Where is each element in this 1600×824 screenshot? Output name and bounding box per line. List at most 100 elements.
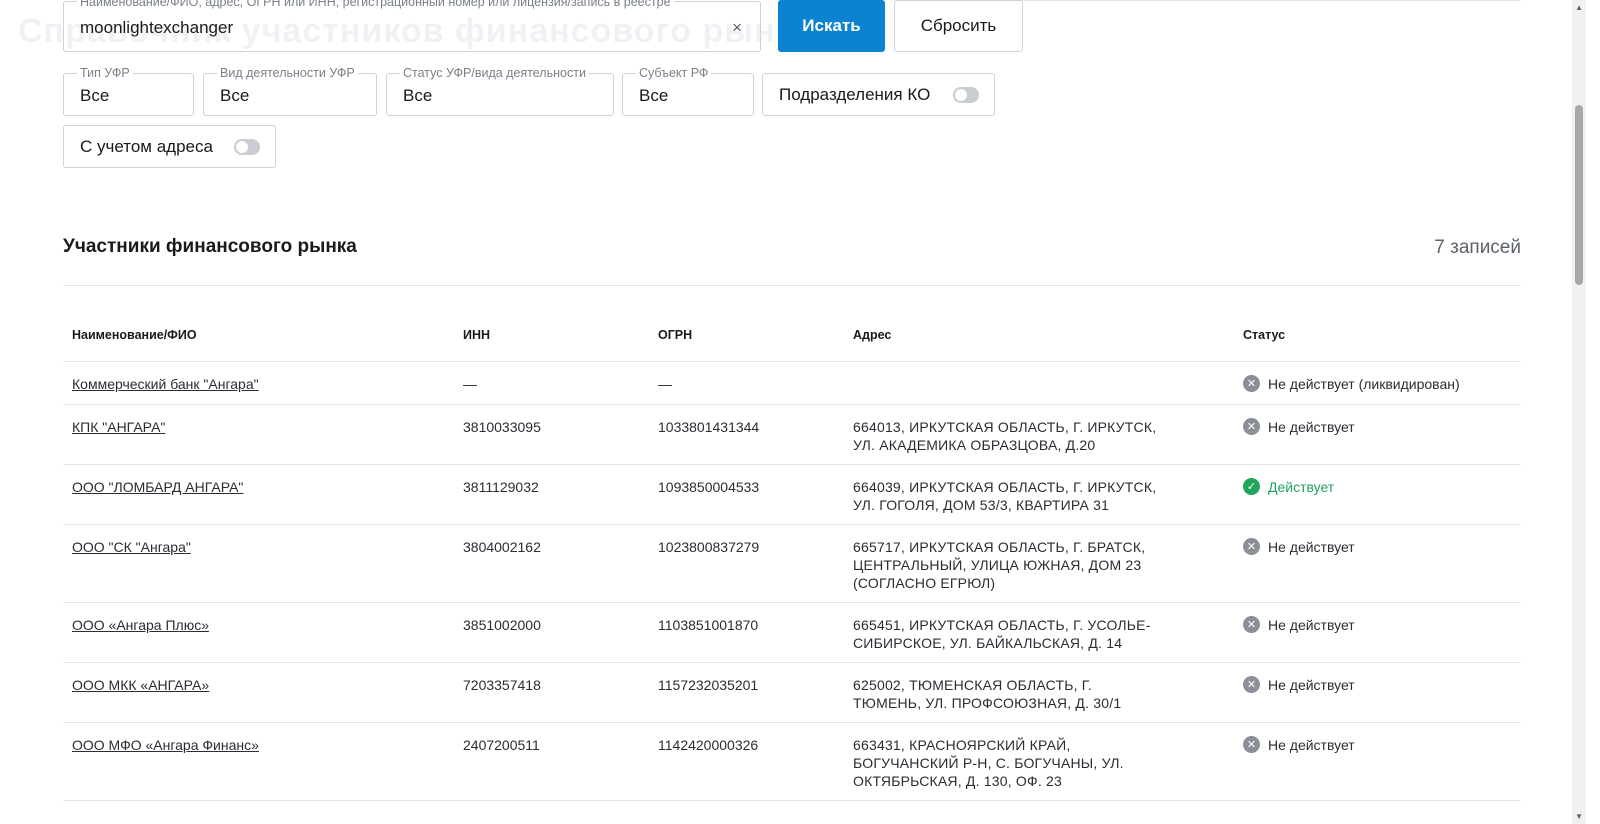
cell-inn: 3811129032 [454,464,649,525]
header-ogrn: ОГРН [649,310,844,362]
header-name: Наименование/ФИО [63,310,454,362]
filter-type-select[interactable]: Тип УФР Все [63,66,194,116]
cell-inn: 3810033095 [454,404,649,465]
status-text: Не действует [1268,736,1355,753]
cell-status: ✕ Не действует [1234,722,1521,801]
check-circle-icon: ✓ [1243,478,1260,495]
filter-activity-select[interactable]: Вид деятельности УФР Все [203,66,377,116]
cell-status: ✕ Не действует [1234,524,1521,603]
filter-type-legend: Тип УФР [77,66,133,80]
org-link[interactable]: ООО «Ангара Плюс» [72,617,209,633]
top-divider [1010,0,1521,1]
filter-region-legend: Субъект РФ [636,66,712,80]
status-text: Не действует [1268,418,1355,435]
scroll-up-icon[interactable]: ▲ [1575,3,1583,12]
address-toggle-label: С учетом адреса [80,136,213,156]
header-status: Статус [1234,310,1521,362]
table-row: ООО МКК «АНГАРА» 7203357418 1157232035201 6… [63,662,1521,723]
status-badge: ✓ Действует [1243,478,1521,496]
search-legend: Наименование/ФИО, адрес, ОГРН или ИНН, р… [77,0,674,9]
cell-ogrn: 1157232035201 [649,662,844,723]
records-count: 7 записей [1434,237,1521,258]
search-field[interactable]: Наименование/ФИО, адрес, ОГРН или ИНН, р… [63,0,761,52]
search-button[interactable]: Искать [778,0,885,52]
cell-status: ✕ Не действует [1234,404,1521,465]
status-text: Не действует [1268,538,1355,555]
cell-inn: 3851002000 [454,602,649,663]
address-toggle-box[interactable]: С учетом адреса [63,125,276,168]
cell-ogrn: 1023800837279 [649,524,844,603]
header-inn: ИНН [454,310,649,362]
status-text: Действует [1268,478,1335,495]
cell-address: 665451, Иркутская область, г. Усолье-Сиб… [844,602,1234,663]
x-circle-icon: ✕ [1243,375,1260,392]
cell-inn: 7203357418 [454,662,649,723]
cell-name: Коммерческий банк "Ангара" [63,361,454,405]
reset-button[interactable]: Сбросить [894,0,1023,52]
status-badge: ✕ Не действует (ликвидирован) [1243,375,1521,393]
cell-name: КПК "АНГАРА" [63,404,454,465]
section-title: Участники финансового рынка [63,236,357,257]
branches-toggle[interactable] [953,87,979,103]
page: Справочник участников финансового рынка … [0,0,1586,824]
x-circle-icon: ✕ [1243,676,1260,693]
cell-address: 664039, Иркутская область, г. Иркутск, у… [844,464,1234,525]
x-circle-icon: ✕ [1243,418,1260,435]
table-row: ООО "ЛОМБАРД АНГАРА" 3811129032 1093850004… [63,464,1521,525]
org-link[interactable]: ООО МФО «Ангара Финанс» [72,737,259,753]
clear-icon[interactable]: × [732,18,742,38]
cell-status: ✕ Не действует [1234,602,1521,663]
cell-status: ✕ Не действует [1234,662,1521,723]
scrollbar[interactable]: ▲ ▼ [1572,0,1586,824]
filter-activity-legend: Вид деятельности УФР [217,66,358,80]
branches-toggle-box[interactable]: Подразделения КО [762,73,995,116]
cell-name: ООО МФО «Ангара Финанс» [63,722,454,801]
x-circle-icon: ✕ [1243,538,1260,555]
cell-ogrn: 1033801431344 [649,404,844,465]
status-badge: ✕ Не действует [1243,418,1521,436]
cell-inn: 3804002162 [454,524,649,603]
status-badge: ✕ Не действует [1243,538,1521,556]
branches-toggle-label: Подразделения КО [779,84,931,104]
status-text: Не действует (ликвидирован) [1268,375,1460,392]
status-badge: ✕ Не действует [1243,736,1521,754]
table-row: Коммерческий банк "Ангара" — — ✕ Не действуе… [63,361,1521,405]
cell-address: 664013, Иркутская область, г. Иркутск, у… [844,404,1234,465]
cell-status: ✕ Не действует (ликвидирован) [1234,361,1521,405]
cell-address: 625002, Тюменская область, г. Тюмень, ул… [844,662,1234,723]
filter-status-legend: Статус УФР/вида деятельности [400,66,589,80]
scroll-down-icon[interactable]: ▼ [1575,812,1583,821]
filter-activity-value: Все [220,86,250,105]
status-text: Не действует [1268,676,1355,693]
cell-ogrn: — [649,361,844,405]
search-input[interactable]: moonlightexchanger [80,18,233,38]
status-badge: ✕ Не действует [1243,676,1521,694]
cell-address: 665717, Иркутская область, г. Братск, Це… [844,524,1234,603]
address-toggle[interactable] [234,139,260,155]
table-header-row: Наименование/ФИО ИНН ОГРН Адрес Статус [63,310,1521,362]
header-address: Адрес [844,310,1234,362]
filter-region-value: Все [639,86,669,105]
x-circle-icon: ✕ [1243,736,1260,753]
filter-status-select[interactable]: Статус УФР/вида деятельности Все [386,66,614,116]
table-row: ООО "СК "Ангара" 3804002162 1023800837279 6… [63,524,1521,603]
cell-status: ✓ Действует [1234,464,1521,525]
section-divider [63,285,1521,286]
scroll-thumb[interactable] [1575,105,1583,285]
cell-ogrn: 1103851001870 [649,602,844,663]
filter-status-value: Все [403,86,433,105]
x-circle-icon: ✕ [1243,616,1260,633]
table-row: ООО «Ангара Плюс» 3851002000 1103851001870… [63,602,1521,663]
cell-name: ООО «Ангара Плюс» [63,602,454,663]
org-link[interactable]: КПК "АНГАРА" [72,419,165,435]
cell-address: 663431, Красноярский край, Богучанский р… [844,722,1234,801]
status-badge: ✕ Не действует [1243,616,1521,634]
org-link[interactable]: ООО "СК "Ангара" [72,539,191,555]
org-link[interactable]: ООО "ЛОМБАРД АНГАРА" [72,479,243,495]
cell-address [844,361,1234,405]
cell-name: ООО "ЛОМБАРД АНГАРА" [63,464,454,525]
filter-region-select[interactable]: Субъект РФ Все [622,66,754,116]
org-link[interactable]: ООО МКК «АНГАРА» [72,677,209,693]
cell-inn: — [454,361,649,405]
org-link[interactable]: Коммерческий банк "Ангара" [72,376,259,392]
